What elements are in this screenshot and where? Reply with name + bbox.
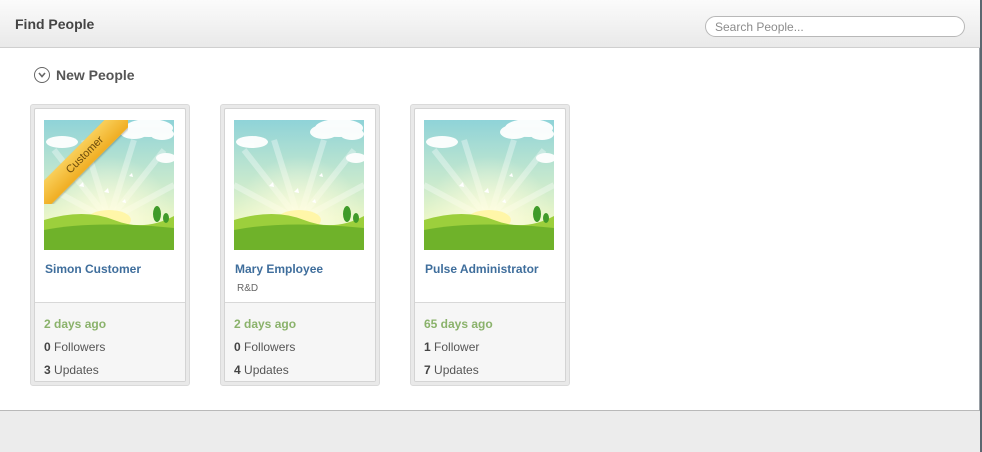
person-card-inner: Pulse Administrator 65 days ago 1 Follow… xyxy=(414,108,566,382)
updates-label: Updates xyxy=(434,363,479,377)
updates-label: Updates xyxy=(54,363,99,377)
joined-time: 65 days ago xyxy=(424,317,493,331)
person-stats: 65 days ago 1 Follower 7 Updates xyxy=(415,302,565,381)
followers-stat[interactable]: 1 Follower xyxy=(424,340,479,354)
followers-label: Followers xyxy=(54,340,106,354)
person-card-top: Pulse Administrator xyxy=(415,109,565,301)
avatar[interactable]: Customer xyxy=(44,120,174,250)
person-card: Pulse Administrator 65 days ago 1 Follow… xyxy=(410,104,570,386)
followers-label: Followers xyxy=(244,340,296,354)
section-title: New People xyxy=(56,67,135,83)
person-name-link[interactable]: Pulse Administrator xyxy=(425,262,539,276)
joined-time: 2 days ago xyxy=(234,317,297,331)
customer-badge: Customer xyxy=(44,120,128,204)
person-card: Mary Employee R&D 2 days ago 0 Followers… xyxy=(220,104,380,386)
person-department: R&D xyxy=(237,283,259,294)
updates-stat[interactable]: 3 Updates xyxy=(44,363,99,377)
person-name-link[interactable]: Mary Employee xyxy=(235,262,323,276)
person-card-top: Customer Simon Customer xyxy=(35,109,185,301)
new-people-toggle[interactable]: New People xyxy=(34,66,135,84)
followers-label: Follower xyxy=(434,340,480,354)
updates-stat[interactable]: 7 Updates xyxy=(424,363,479,377)
search-input[interactable] xyxy=(705,16,965,37)
person-stats: 2 days ago 0 Followers 4 Updates xyxy=(225,302,375,381)
person-card: Customer Simon Customer 2 days ago 0 Fol… xyxy=(30,104,190,386)
person-card-inner: Customer Simon Customer 2 days ago 0 Fol… xyxy=(34,108,186,382)
followers-stat[interactable]: 0 Followers xyxy=(234,340,295,354)
joined-time: 2 days ago xyxy=(44,317,107,331)
followers-count: 0 xyxy=(234,340,241,354)
person-stats: 2 days ago 0 Followers 3 Updates xyxy=(35,302,185,381)
person-card-inner: Mary Employee R&D 2 days ago 0 Followers… xyxy=(224,108,376,382)
followers-stat[interactable]: 0 Followers xyxy=(44,340,105,354)
panel-header: Find People xyxy=(0,0,980,48)
avatar-landscape-image xyxy=(424,120,554,250)
updates-stat[interactable]: 4 Updates xyxy=(234,363,289,377)
followers-count: 1 xyxy=(424,340,431,354)
chevron-down-icon xyxy=(34,67,50,83)
person-name-link[interactable]: Simon Customer xyxy=(45,262,141,276)
avatar[interactable] xyxy=(234,120,364,250)
updates-count: 7 xyxy=(424,363,431,377)
updates-label: Updates xyxy=(244,363,289,377)
followers-count: 0 xyxy=(44,340,51,354)
updates-count: 4 xyxy=(234,363,241,377)
avatar[interactable] xyxy=(424,120,554,250)
customer-ribbon: Customer xyxy=(44,120,128,204)
find-people-panel: Find People New People xyxy=(0,0,980,411)
page-title: Find People xyxy=(15,16,95,32)
person-card-top: Mary Employee R&D xyxy=(225,109,375,301)
updates-count: 3 xyxy=(44,363,51,377)
avatar-landscape-image xyxy=(234,120,364,250)
